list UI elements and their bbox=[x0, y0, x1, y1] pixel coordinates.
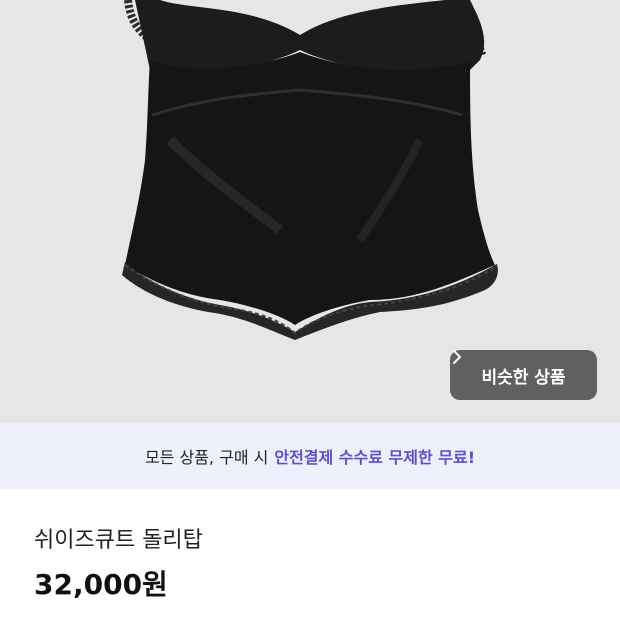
product-price: 32,000원 bbox=[34, 568, 168, 601]
similar-products-button[interactable]: 비슷한 상품 bbox=[450, 350, 597, 400]
banner-highlight: 안전결제 수수료 무제한 무료! bbox=[274, 448, 476, 467]
product-photo[interactable]: 비슷한 상품 bbox=[0, 0, 620, 423]
similar-products-label: 비슷한 상품 bbox=[481, 367, 566, 388]
chevron-right-icon bbox=[453, 350, 461, 364]
product-title: 쉬이즈큐트 돌리탑 bbox=[34, 528, 203, 553]
safe-payment-banner[interactable]: 모든 상품, 구매 시 안전결제 수수료 무제한 무료! bbox=[0, 423, 620, 489]
banner-prefix: 모든 상품, 구매 시 bbox=[144, 448, 269, 467]
